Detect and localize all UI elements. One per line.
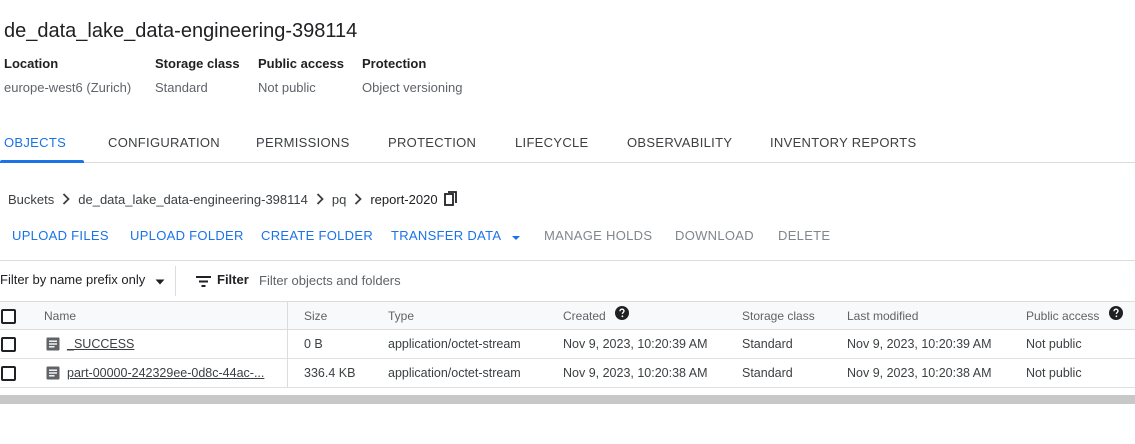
info-value: Object versioning — [362, 80, 463, 95]
column-header-public-access-label: Public access — [1026, 309, 1100, 323]
column-divider — [287, 330, 288, 358]
horizontal-scrollbar[interactable] — [0, 395, 1135, 404]
info-value: Standard — [155, 80, 208, 95]
cell-created: Nov 9, 2023, 10:20:39 AM — [563, 337, 708, 351]
copy-icon[interactable] — [443, 191, 458, 207]
cell-storage-class: Standard — [742, 337, 793, 351]
breadcrumb-current-folder: report-2020 — [370, 191, 438, 207]
breadcrumb: Buckets de_data_lake_data-engineering-39… — [8, 189, 458, 209]
bucket-details-page: de_data_lake_data-engineering-398114 Loc… — [0, 0, 1135, 444]
column-divider — [287, 302, 288, 330]
info-label: Location — [4, 56, 59, 71]
cell-public-access: Not public — [1026, 337, 1082, 351]
tab-permissions[interactable]: PERMISSIONS — [256, 128, 350, 162]
tab-configuration[interactable]: CONFIGURATION — [108, 128, 220, 162]
delete-button[interactable]: DELETE — [778, 224, 830, 248]
object-name-link[interactable]: _SUCCESS — [67, 330, 134, 358]
column-divider — [287, 359, 288, 387]
cell-last-modified: Nov 9, 2023, 10:20:39 AM — [847, 337, 992, 351]
row-checkbox[interactable] — [1, 366, 16, 381]
info-label: Protection — [362, 56, 427, 71]
manage-holds-button[interactable]: MANAGE HOLDS — [544, 224, 652, 248]
divider — [175, 266, 176, 296]
file-icon — [46, 337, 60, 356]
file-icon — [46, 366, 60, 385]
info-value: europe-west6 (Zurich) — [4, 80, 132, 95]
cell-type: application/octet-stream — [388, 337, 521, 351]
info-public-access: Public access Not public — [258, 56, 344, 95]
table-header-row: Name Size Type Created Storage class Las… — [0, 301, 1135, 330]
info-location: Location europe-west6 (Zurich) — [4, 56, 131, 95]
help-icon[interactable] — [1108, 302, 1123, 330]
help-icon[interactable] — [615, 302, 630, 330]
breadcrumb-folder-pq[interactable]: pq — [332, 192, 346, 207]
filter-mode-label: Filter by name prefix only — [0, 272, 146, 287]
breadcrumb-bucket[interactable]: de_data_lake_data-engineering-398114 — [78, 192, 308, 207]
cell-size: 336.4 KB — [304, 366, 356, 380]
cell-size: 0 B — [304, 337, 323, 351]
column-header-last-modified[interactable]: Last modified — [847, 302, 918, 330]
column-header-created-label: Created — [563, 309, 606, 323]
column-header-type[interactable]: Type — [388, 302, 414, 330]
object-action-bar: UPLOAD FILES UPLOAD FOLDER CREATE FOLDER… — [0, 224, 1135, 248]
table-row: _SUCCESS 0 B application/octet-stream No… — [0, 330, 1135, 359]
column-header-public-access[interactable]: Public access — [1026, 302, 1123, 330]
download-button[interactable]: DOWNLOAD — [675, 224, 754, 248]
transfer-data-button[interactable]: TRANSFER DATA — [391, 224, 521, 249]
chevron-right-icon — [308, 193, 332, 205]
column-header-created[interactable]: Created — [563, 302, 630, 330]
upload-folder-button[interactable]: UPLOAD FOLDER — [130, 224, 244, 248]
tab-inventory-reports[interactable]: INVENTORY REPORTS — [770, 128, 916, 162]
cell-last-modified: Nov 9, 2023, 10:20:38 AM — [847, 366, 992, 380]
caret-down-icon — [155, 273, 165, 288]
active-tab-indicator — [0, 160, 84, 163]
row-checkbox[interactable] — [1, 337, 16, 352]
tab-objects[interactable]: OBJECTS — [4, 128, 66, 162]
objects-table: Name Size Type Created Storage class Las… — [0, 301, 1135, 388]
tab-observability[interactable]: OBSERVABILITY — [627, 128, 732, 162]
cell-public-access: Not public — [1026, 366, 1082, 380]
column-header-storage-class[interactable]: Storage class — [742, 302, 815, 330]
cell-created: Nov 9, 2023, 10:20:38 AM — [563, 366, 708, 380]
chevron-right-icon — [54, 193, 78, 205]
tab-bar: OBJECTS CONFIGURATION PERMISSIONS PROTEC… — [0, 128, 1135, 163]
filter-list-icon — [196, 274, 211, 292]
table-row: part-00000-242329ee-0d8c-44ac-... 336.4 … — [0, 359, 1135, 388]
transfer-data-label: TRANSFER DATA — [391, 228, 501, 243]
select-all-checkbox[interactable] — [1, 309, 16, 324]
filter-input[interactable] — [259, 269, 1119, 291]
info-label: Storage class — [155, 56, 240, 71]
caret-down-icon — [511, 225, 521, 249]
divider — [0, 260, 1135, 261]
object-name-link[interactable]: part-00000-242329ee-0d8c-44ac-... — [67, 359, 264, 387]
cell-storage-class: Standard — [742, 366, 793, 380]
filter-bar: Filter by name prefix only Filter — [0, 266, 1135, 296]
filter-label: Filter — [217, 272, 249, 287]
info-storage-class: Storage class Standard — [155, 56, 240, 95]
filter-mode-select[interactable]: Filter by name prefix only — [0, 272, 165, 288]
cell-type: application/octet-stream — [388, 366, 521, 380]
breadcrumb-buckets[interactable]: Buckets — [8, 192, 54, 207]
chevron-right-icon — [346, 193, 370, 205]
upload-files-button[interactable]: UPLOAD FILES — [12, 224, 109, 248]
column-header-name[interactable]: Name — [44, 302, 76, 330]
tab-lifecycle[interactable]: LIFECYCLE — [515, 128, 589, 162]
column-header-size[interactable]: Size — [304, 302, 327, 330]
info-value: Not public — [258, 80, 316, 95]
info-protection: Protection Object versioning — [362, 56, 462, 95]
tab-protection[interactable]: PROTECTION — [388, 128, 476, 162]
create-folder-button[interactable]: CREATE FOLDER — [261, 224, 373, 248]
bucket-title: de_data_lake_data-engineering-398114 — [4, 20, 358, 42]
info-label: Public access — [258, 56, 344, 71]
